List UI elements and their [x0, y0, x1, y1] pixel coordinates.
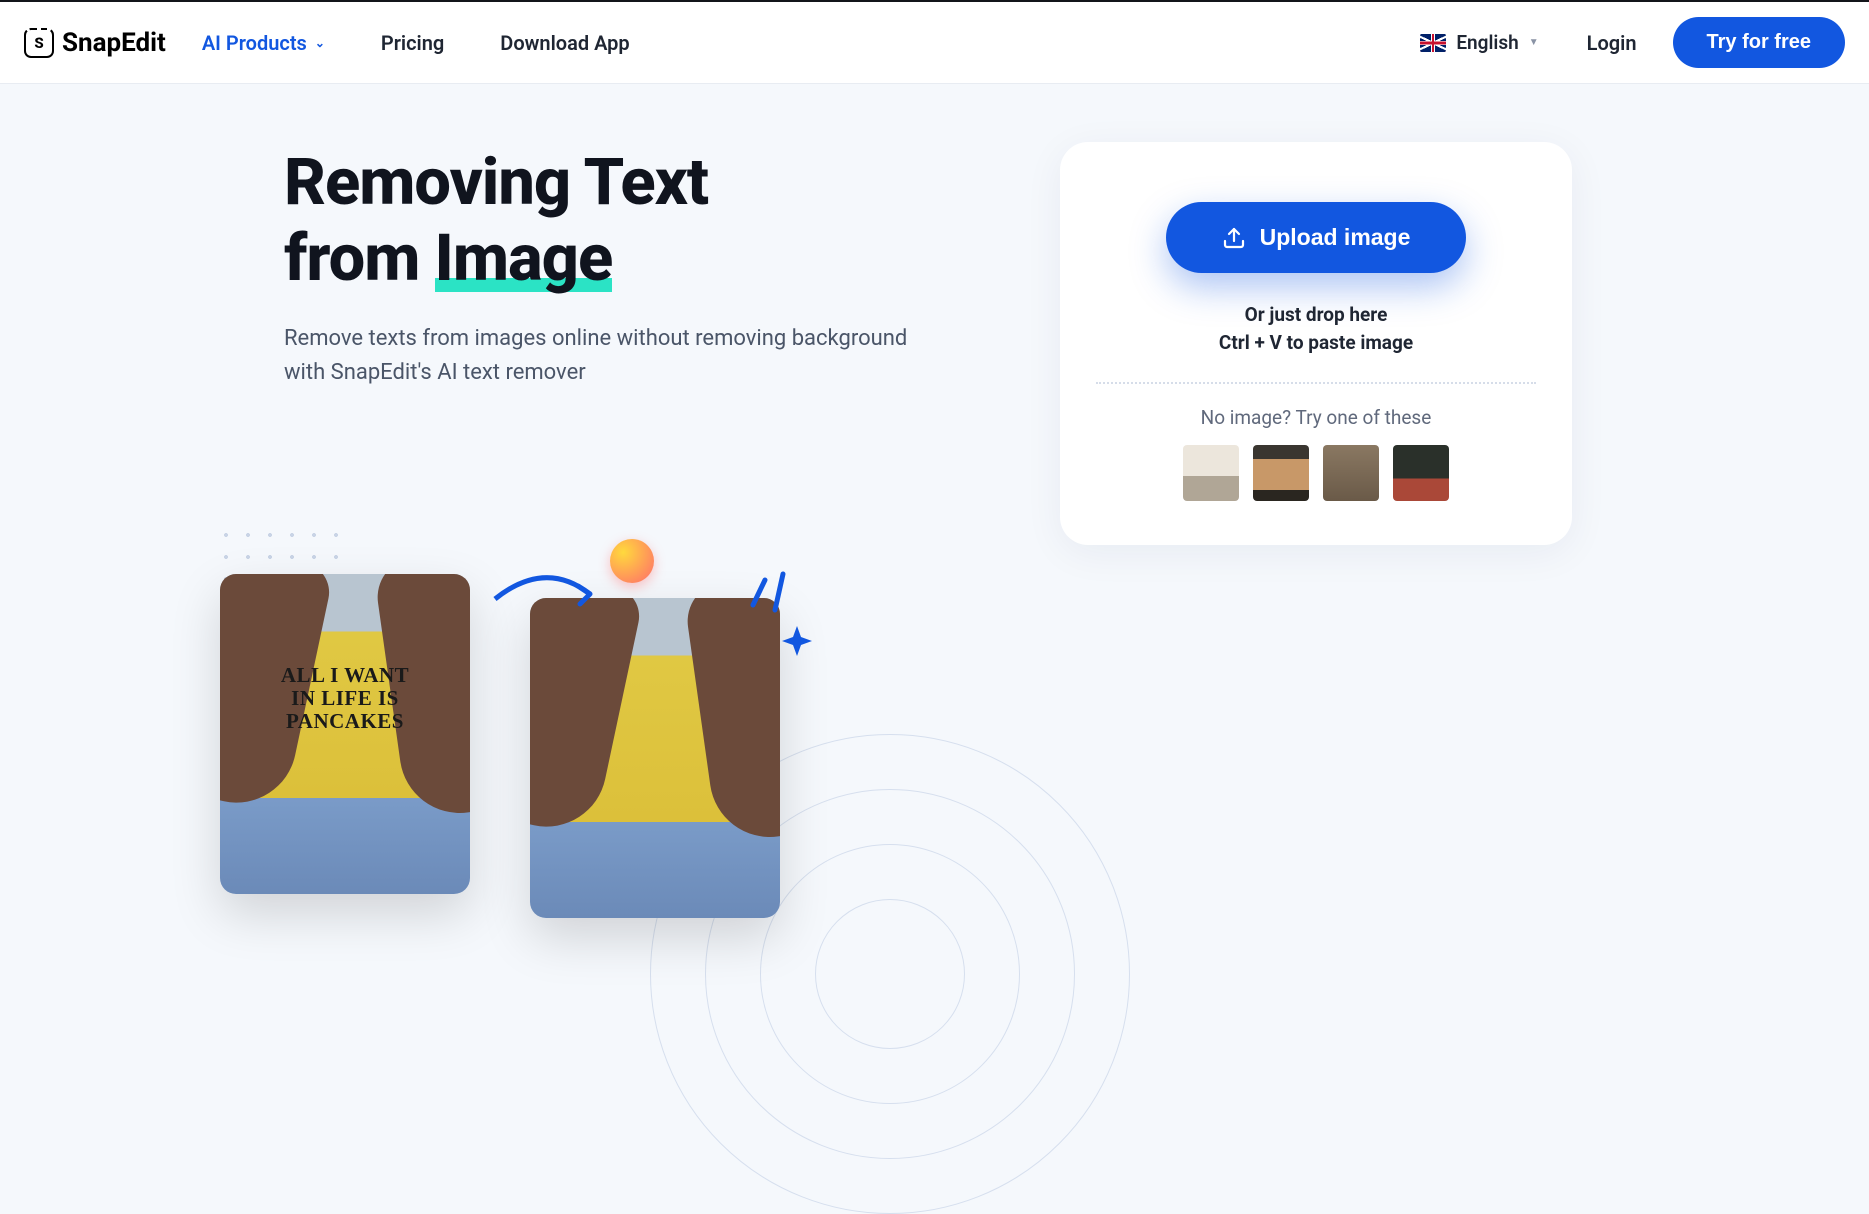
- upload-button-label: Upload image: [1260, 224, 1411, 251]
- try-free-button[interactable]: Try for free: [1673, 17, 1845, 68]
- nav-ai-products-label: AI Products: [202, 31, 307, 55]
- samples-label: No image? Try one of these: [1096, 406, 1536, 429]
- language-label: English: [1456, 31, 1518, 54]
- drop-line2: Ctrl + V to paste image: [1096, 329, 1536, 357]
- sample-thumb-4[interactable]: [1393, 445, 1449, 501]
- header: S SnapEdit AI Products ⌄ Pricing Downloa…: [0, 0, 1869, 84]
- sparkle-icon: [780, 624, 814, 658]
- chevron-down-icon: ⌄: [315, 36, 325, 50]
- upload-image-button[interactable]: Upload image: [1166, 202, 1467, 273]
- upload-card: Upload image Or just drop here Ctrl + V …: [1060, 142, 1572, 545]
- main-nav: AI Products ⌄ Pricing Download App: [202, 31, 1421, 55]
- nav-pricing[interactable]: Pricing: [381, 31, 444, 55]
- language-selector[interactable]: English ▼: [1420, 31, 1538, 54]
- hero-section: Removing Text from Image Remove texts fr…: [0, 144, 1040, 820]
- sample-thumb-2[interactable]: [1253, 445, 1309, 501]
- arrow-icon: [490, 564, 600, 614]
- demo-before-image: ALL I WANT IN LIFE IS PANCAKES: [220, 574, 470, 894]
- heart-eyes-emoji-icon: [610, 539, 654, 583]
- drop-hint: Or just drop here Ctrl + V to paste imag…: [1096, 301, 1536, 356]
- divider: [1096, 382, 1536, 384]
- nav-download-app-label: Download App: [500, 31, 629, 55]
- demo-illustration: ALL I WANT IN LIFE IS PANCAKES: [220, 524, 780, 918]
- try-free-label: Try for free: [1707, 31, 1811, 53]
- demo-shirt-text: ALL I WANT IN LIFE IS PANCAKES: [270, 664, 420, 733]
- login-link[interactable]: Login: [1587, 31, 1637, 55]
- page-title: Removing Text from Image: [284, 144, 1040, 296]
- brand-name: SnapEdit: [62, 28, 166, 58]
- title-highlight: Image: [435, 220, 613, 296]
- nav-download-app[interactable]: Download App: [500, 31, 629, 55]
- title-line1: Removing Text: [284, 144, 708, 220]
- spark-lines-icon: [745, 560, 795, 615]
- drop-line1: Or just drop here: [1096, 301, 1536, 329]
- caret-down-icon: ▼: [1529, 37, 1539, 48]
- upload-icon: [1222, 226, 1246, 250]
- sample-thumb-3[interactable]: [1323, 445, 1379, 501]
- main-content: Removing Text from Image Remove texts fr…: [0, 84, 1869, 820]
- title-line2-prefix: from: [284, 220, 435, 296]
- demo-after-image: [530, 598, 780, 918]
- nav-pricing-label: Pricing: [381, 31, 444, 55]
- sample-thumb-1[interactable]: [1183, 445, 1239, 501]
- flag-icon: [1420, 34, 1446, 52]
- brand-logo[interactable]: S SnapEdit: [24, 28, 166, 58]
- login-label: Login: [1587, 31, 1637, 55]
- logo-icon: S: [24, 28, 54, 58]
- sample-thumbnails: [1096, 445, 1536, 501]
- header-actions: Login Try for free: [1587, 17, 1845, 68]
- hero-subtitle: Remove texts from images online without …: [284, 322, 924, 390]
- nav-ai-products[interactable]: AI Products ⌄: [202, 31, 325, 55]
